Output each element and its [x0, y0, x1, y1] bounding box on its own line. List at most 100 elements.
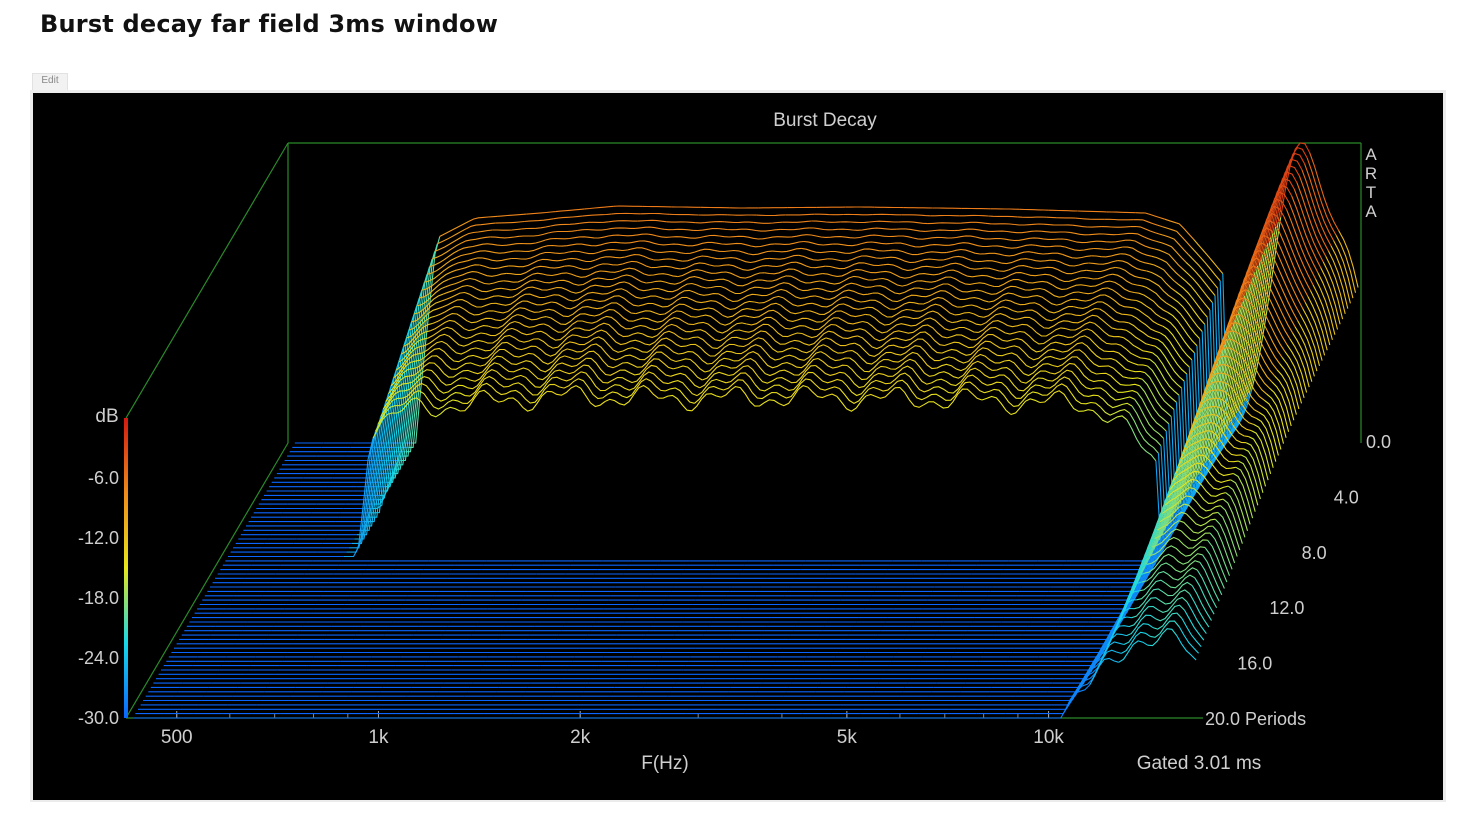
- decay-slice: [1064, 246, 1094, 251]
- decay-slice: [474, 278, 504, 285]
- decay-slice: [1080, 280, 1111, 287]
- decay-slice: [757, 375, 787, 384]
- decay-slice: [693, 307, 724, 316]
- decay-slice: [843, 289, 874, 296]
- decay-slice: [1151, 255, 1182, 278]
- decay-slice: [605, 227, 636, 231]
- decay-slice: [1014, 223, 1044, 226]
- decay-slice: [590, 270, 620, 276]
- decay-slice: [1120, 344, 1151, 360]
- decay-slice: [785, 213, 815, 216]
- decay-slice: [601, 315, 631, 330]
- decay-slice: [956, 221, 986, 224]
- decay-slice: [869, 220, 899, 223]
- decay-slice: [894, 386, 925, 408]
- decay-slice: [1021, 370, 1051, 384]
- decay-slice: [698, 293, 729, 300]
- decay-slice: [946, 334, 977, 341]
- decay-slice: [1296, 182, 1327, 257]
- decay-slice: [957, 304, 987, 311]
- decay-slice: [782, 220, 812, 223]
- decay-slice: [1104, 218, 1134, 221]
- decay-slice: [1183, 521, 1213, 534]
- decay-slice: [1010, 316, 1040, 325]
- decay-slice: [440, 377, 471, 386]
- decay-slice: [951, 235, 981, 239]
- decay-slice: [706, 271, 736, 276]
- decay-slice: [1091, 649, 1122, 680]
- decay-slice: [701, 285, 731, 292]
- decay-slice: [495, 220, 525, 224]
- decay-slice: [923, 401, 954, 409]
- decay-slice: [1075, 217, 1105, 220]
- decay-slice: [780, 304, 810, 315]
- decay-slice: [674, 276, 705, 285]
- decay-slice: [656, 250, 686, 255]
- decay-slice: [463, 229, 493, 237]
- decay-slice: [685, 248, 715, 255]
- decay-slice: [952, 319, 982, 326]
- decay-slice: [1062, 253, 1092, 259]
- decay-slice: [883, 263, 913, 271]
- decay-slice: [965, 282, 995, 288]
- decay-slice: [1006, 244, 1036, 249]
- decay-slice: [883, 341, 914, 350]
- decay-slice: [967, 347, 998, 362]
- decay-slice: [997, 352, 1027, 366]
- decay-slice: [1131, 314, 1161, 334]
- decay-slice: [798, 254, 828, 261]
- decay-slice: [574, 236, 604, 239]
- decay-slice: [901, 294, 932, 301]
- decay-slice: [572, 318, 602, 325]
- decay-slice: [1128, 322, 1158, 341]
- decay-slice: [506, 266, 536, 275]
- decay-slice: [767, 261, 797, 268]
- decay-slice: [567, 331, 597, 339]
- decay-slice: [764, 268, 794, 275]
- decay-slice: [751, 302, 782, 311]
- decay-slice: [545, 237, 575, 241]
- decay-slice: [521, 225, 551, 230]
- decay-slice: [609, 295, 639, 307]
- decay-slice: [682, 255, 712, 262]
- decay-slice: [1265, 267, 1296, 327]
- edit-tab[interactable]: Edit: [32, 73, 68, 90]
- decay-slice: [1193, 488, 1224, 504]
- decay-slice: [878, 354, 909, 364]
- x-tick-label: 1k: [368, 727, 389, 748]
- decay-slice: [424, 333, 455, 346]
- decay-slice: [487, 243, 517, 247]
- decay-slice: [931, 378, 961, 387]
- decay-slice: [954, 228, 984, 232]
- decay-slice: [840, 221, 870, 224]
- decay-slice: [994, 359, 1025, 375]
- decay-slice: [1038, 237, 1068, 241]
- decay-slice: [622, 260, 652, 269]
- decay-slice: [741, 330, 771, 340]
- decay-slice: [788, 282, 818, 292]
- z-tick-label: 12.0: [1269, 598, 1304, 618]
- decay-slice: [477, 271, 507, 277]
- decay-slice: [522, 300, 552, 306]
- decay-slice: [823, 344, 853, 354]
- decay-slice: [754, 295, 784, 304]
- decay-slice: [756, 214, 786, 217]
- decay-slice: [1036, 327, 1066, 337]
- decay-slice: [430, 319, 460, 332]
- decay-slice: [469, 293, 499, 300]
- decay-slice: [458, 324, 489, 332]
- decay-slice: [1193, 239, 1224, 274]
- decay-slice: [825, 337, 855, 347]
- decay-slice: [439, 220, 470, 237]
- decay-slice: [700, 206, 730, 209]
- decay-slice: [693, 227, 723, 232]
- decay-slice: [807, 386, 838, 399]
- decay-slice: [593, 336, 624, 353]
- depth-bottom-edge: [125, 442, 289, 719]
- decay-slice: [814, 213, 844, 216]
- decay-slice: [596, 329, 626, 346]
- decay-slice: [774, 240, 804, 245]
- decay-slice: [442, 284, 473, 295]
- decay-slice: [1191, 496, 1221, 512]
- decay-slice: [865, 313, 895, 326]
